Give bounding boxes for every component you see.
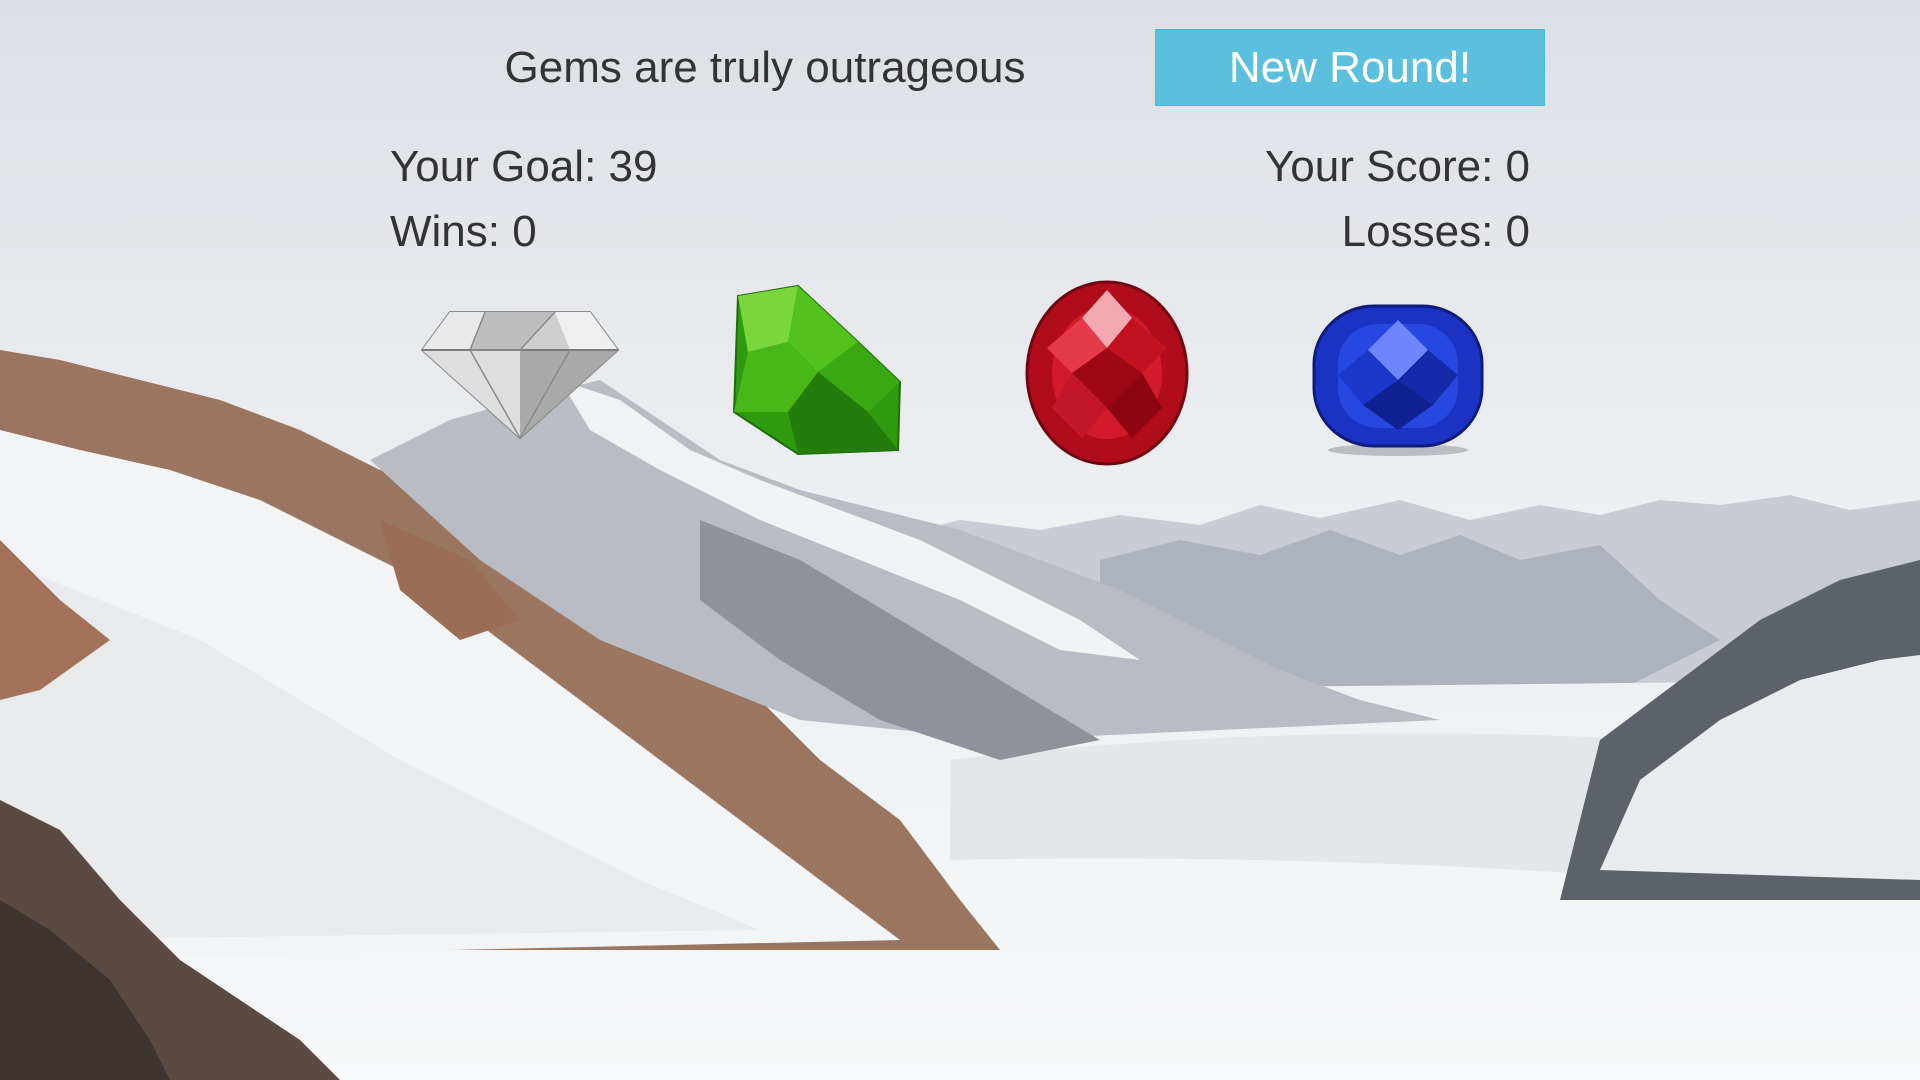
sapphire-gem[interactable] bbox=[1308, 300, 1488, 460]
score-label: Your Score: 0 bbox=[1265, 142, 1530, 191]
mountain-background bbox=[0, 0, 1920, 1080]
diamond-gem[interactable] bbox=[420, 300, 620, 440]
page-title: Gems are truly outrageous bbox=[504, 43, 1026, 92]
ruby-gem[interactable] bbox=[1022, 278, 1192, 468]
emerald-icon bbox=[732, 284, 902, 456]
losses-label: Losses: 0 bbox=[1341, 207, 1530, 256]
sapphire-icon bbox=[1312, 304, 1484, 456]
diamond-icon bbox=[420, 311, 620, 440]
goal-label: Your Goal: 39 bbox=[390, 142, 658, 191]
emerald-gem[interactable] bbox=[728, 282, 908, 462]
new-round-button[interactable]: New Round! bbox=[1155, 29, 1545, 106]
wins-label: Wins: 0 bbox=[390, 207, 537, 256]
ruby-icon bbox=[1025, 280, 1189, 466]
